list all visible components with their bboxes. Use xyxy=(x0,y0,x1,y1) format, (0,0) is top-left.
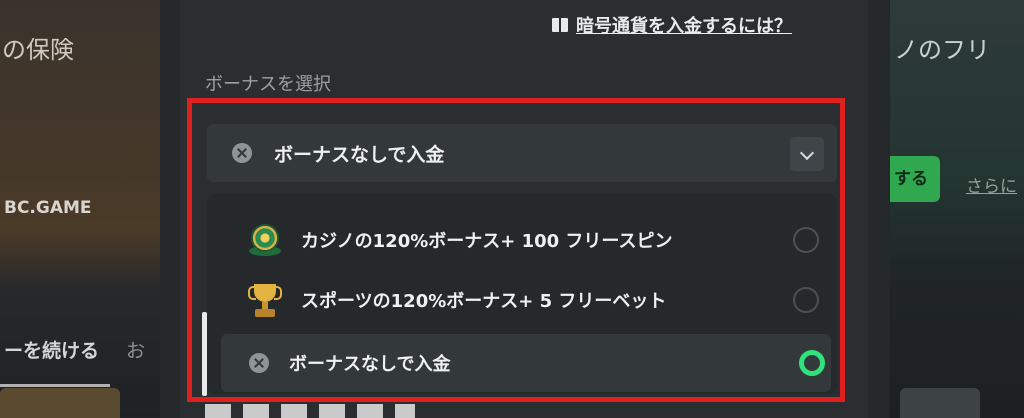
tab-continue[interactable]: ーを続ける xyxy=(4,336,99,363)
background-action-button[interactable]: する xyxy=(890,156,940,202)
book-icon xyxy=(552,18,568,32)
active-tab-underline xyxy=(0,384,110,387)
background-left-panel: の保険 BC.GAME ーを続ける お xyxy=(0,0,160,418)
how-to-deposit-link-text: 暗号通貨を入金するには？ xyxy=(576,16,792,37)
background-promo-text: の保険 xyxy=(2,36,74,64)
highlight-frame xyxy=(187,98,845,402)
game-thumbnail[interactable] xyxy=(0,388,120,418)
background-promo-text-right: ノのフリ xyxy=(894,36,990,64)
brand-logo: BC.GAME xyxy=(4,198,92,218)
modal-content-peek xyxy=(205,404,415,418)
modal-edge-left xyxy=(160,0,180,418)
game-thumbnail-right[interactable] xyxy=(900,388,980,418)
see-more-link[interactable]: さらに xyxy=(966,172,1017,197)
modal-edge-right xyxy=(868,0,890,418)
bonus-section-label: ボーナスを選択 xyxy=(205,74,331,95)
how-to-deposit-link[interactable]: 暗号通貨を入金するには？ xyxy=(552,12,792,38)
tab-other[interactable]: お xyxy=(126,336,145,363)
background-right-panel: ノのフリ する さらに xyxy=(890,0,1024,418)
